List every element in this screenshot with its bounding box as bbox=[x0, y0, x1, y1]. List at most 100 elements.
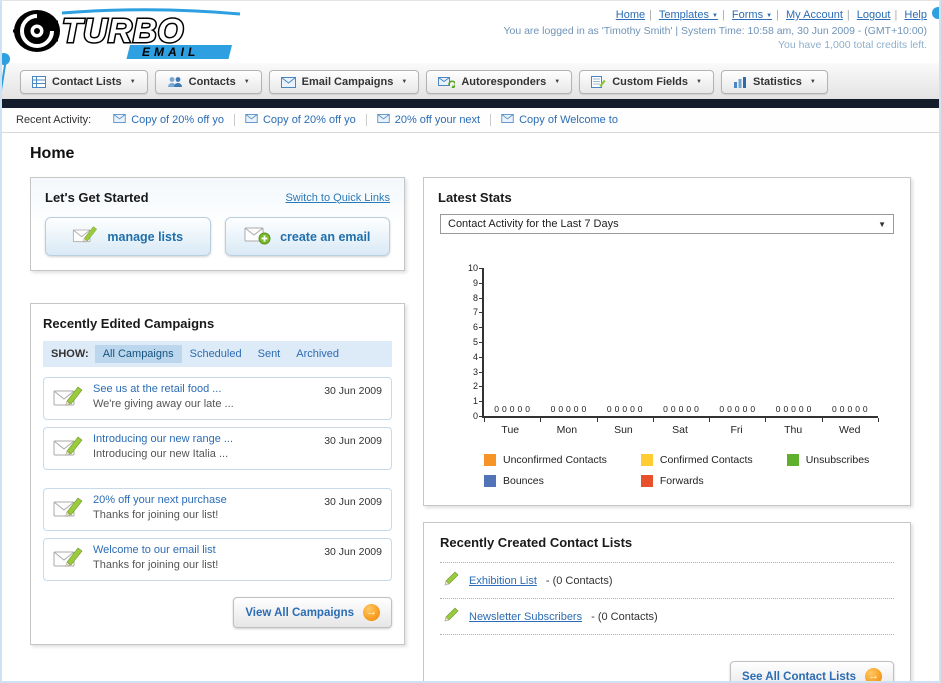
x-axis-label: Sat bbox=[672, 424, 688, 436]
campaign-edit-icon bbox=[53, 496, 83, 525]
main-content: Home Let's Get Started Switch to Quick L… bbox=[2, 133, 939, 683]
switch-quick-links-link[interactable]: Switch to Quick Links bbox=[285, 192, 390, 204]
campaign-subtitle: We're giving away our late ... bbox=[93, 398, 234, 410]
nav-link-templates[interactable]: Templates ▼ bbox=[659, 9, 718, 21]
contact-list-link[interactable]: Newsletter Subscribers bbox=[469, 611, 582, 623]
contact-list-row[interactable]: Newsletter Subscribers - (0 Contacts) bbox=[440, 599, 894, 635]
campaign-row[interactable]: Welcome to our email list Thanks for joi… bbox=[43, 538, 392, 581]
legend-item: Unconfirmed Contacts bbox=[484, 454, 607, 466]
recent-activity-item[interactable]: 20% off your next bbox=[367, 114, 492, 126]
y-axis-label: 2 bbox=[472, 381, 478, 392]
create-email-icon bbox=[244, 226, 271, 248]
recent-activity-item[interactable]: Copy of 20% off yo bbox=[235, 114, 367, 126]
view-all-campaigns-button[interactable]: View All Campaigns → bbox=[233, 597, 392, 628]
campaign-title-link[interactable]: See us at the retail food ... bbox=[93, 383, 314, 395]
view-all-campaigns-label: View All Campaigns bbox=[245, 606, 354, 619]
see-all-contact-lists-button[interactable]: See All Contact Lists → bbox=[730, 661, 894, 683]
see-all-contact-lists-label: See All Contact Lists bbox=[742, 670, 856, 683]
nav-link-label: Help bbox=[904, 9, 927, 21]
nav-separator: | bbox=[649, 9, 652, 21]
campaign-date: 30 Jun 2009 bbox=[324, 385, 382, 397]
campaign-row[interactable]: See us at the retail food ... We're givi… bbox=[43, 377, 392, 420]
top-nav: Home | Templates ▼ | Forms ▼ | My Account | … bbox=[503, 9, 927, 21]
get-started-panel: Let's Get Started Switch to Quick Links … bbox=[30, 177, 405, 271]
contact-list-link[interactable]: Exhibition List bbox=[469, 575, 537, 587]
create-email-label: create an email bbox=[280, 229, 371, 244]
contact-lists: Exhibition List - (0 Contacts) Newslette… bbox=[440, 562, 894, 635]
nav-separator: | bbox=[776, 9, 779, 21]
chart-group: 00000 bbox=[709, 268, 765, 416]
chevron-down-icon: ▼ bbox=[878, 219, 886, 229]
nav-link-home[interactable]: Home bbox=[616, 9, 645, 21]
contact-lists-panel-title: Recently Created Contact Lists bbox=[440, 535, 633, 550]
campaign-edit-icon bbox=[53, 435, 83, 464]
campaign-filter-bar: SHOW: All Campaigns Scheduled Sent Archi… bbox=[43, 341, 392, 367]
chart-days: Tue Mon Sun Sat Fri Thu Wed bbox=[438, 418, 896, 436]
create-email-button[interactable]: create an email bbox=[224, 217, 390, 256]
nav-link-label: Logout bbox=[856, 9, 891, 21]
y-axis-label: 8 bbox=[472, 292, 478, 303]
data-value-labels: 00000 bbox=[775, 404, 812, 414]
x-axis-tick bbox=[596, 418, 598, 422]
svg-text:EMAIL: EMAIL bbox=[142, 45, 199, 59]
contact-list-count: - (0 Contacts) bbox=[545, 574, 613, 587]
campaign-title-link[interactable]: 20% off your next purchase bbox=[93, 494, 314, 506]
campaign-edit-icon bbox=[53, 546, 83, 575]
nav-link-logout[interactable]: Logout bbox=[857, 9, 891, 21]
tab-statistics[interactable]: Statistics ▼ bbox=[720, 70, 828, 94]
tab-label: Contact Lists bbox=[52, 76, 122, 88]
recent-activity-item[interactable]: Copy of Welcome to bbox=[491, 114, 628, 126]
nav-link-forms[interactable]: Forms ▼ bbox=[732, 9, 772, 21]
x-axis-tick bbox=[765, 418, 767, 422]
x-axis-tick bbox=[709, 418, 711, 422]
data-value-labels: 00000 bbox=[606, 404, 643, 414]
tab-autoresponders[interactable]: Autoresponders ▼ bbox=[426, 70, 573, 94]
chevron-down-icon: ▼ bbox=[129, 79, 136, 85]
x-axis-tick bbox=[878, 418, 879, 422]
envelope-icon bbox=[113, 114, 126, 126]
campaign-row[interactable]: Introducing our new range ... Introducin… bbox=[43, 427, 392, 470]
campaigns-panel-title: Recently Edited Campaigns bbox=[43, 316, 215, 331]
stats-period-select[interactable]: Contact Activity for the Last 7 Days ▼ bbox=[440, 214, 894, 234]
campaign-title-link[interactable]: Welcome to our email list bbox=[93, 544, 314, 556]
filter-scheduled[interactable]: Scheduled bbox=[182, 345, 250, 363]
legend-label: Unsubscribes bbox=[805, 454, 870, 466]
chevron-down-icon: ▼ bbox=[809, 79, 816, 85]
nav-link-label: My Account bbox=[786, 9, 843, 21]
nav-separator: | bbox=[894, 9, 898, 21]
nav-link-help[interactable]: Help bbox=[904, 9, 927, 21]
y-axis-label: 9 bbox=[472, 277, 478, 288]
y-axis-tick bbox=[479, 327, 484, 329]
filter-all-campaigns[interactable]: All Campaigns bbox=[94, 345, 182, 363]
autoresponders-icon bbox=[438, 76, 456, 88]
legend-item: Bounces bbox=[484, 475, 607, 487]
chevron-down-icon: ▼ bbox=[696, 79, 702, 85]
y-axis-label: 10 bbox=[467, 263, 478, 273]
campaign-title-link[interactable]: Introducing our new range ... bbox=[93, 433, 314, 445]
recent-activity-item[interactable]: Copy of 20% off yo bbox=[103, 114, 235, 126]
campaign-subtitle: Thanks for joining our list! bbox=[93, 509, 219, 521]
chart-group: 00000 bbox=[822, 268, 878, 416]
data-value-labels: 00000 bbox=[494, 404, 530, 414]
campaign-date: 30 Jun 2009 bbox=[324, 546, 382, 558]
filter-archived[interactable]: Archived bbox=[288, 345, 347, 363]
tab-label: Statistics bbox=[752, 76, 802, 88]
manage-lists-button[interactable]: manage lists bbox=[45, 217, 211, 256]
nav-link-my-account[interactable]: My Account bbox=[786, 9, 843, 21]
tab-contacts[interactable]: Contacts ▼ bbox=[154, 70, 262, 94]
tab-contact-lists[interactable]: Contact Lists ▼ bbox=[20, 70, 148, 94]
show-label: SHOW: bbox=[51, 348, 89, 360]
filter-sent[interactable]: Sent bbox=[250, 345, 289, 363]
tab-email-campaigns[interactable]: Email Campaigns ▼ bbox=[268, 70, 420, 94]
edit-pencil-icon bbox=[442, 571, 460, 590]
x-axis-label: Tue bbox=[501, 424, 520, 436]
arrow-right-icon: → bbox=[865, 668, 882, 681]
chart-group: 00000 bbox=[765, 268, 821, 416]
y-axis-tick bbox=[479, 297, 484, 299]
chart-plot: 00000 00000 00000 00000 00000 00000 00000 0 1 2 3… bbox=[468, 264, 879, 422]
y-axis-label: 3 bbox=[472, 366, 478, 377]
campaign-row[interactable]: 20% off your next purchase Thanks for jo… bbox=[43, 488, 392, 531]
contact-list-row[interactable]: Exhibition List - (0 Contacts) bbox=[440, 563, 894, 599]
tab-custom-fields[interactable]: Custom Fields ▼ bbox=[579, 70, 714, 94]
tab-label: Contacts bbox=[188, 76, 236, 88]
